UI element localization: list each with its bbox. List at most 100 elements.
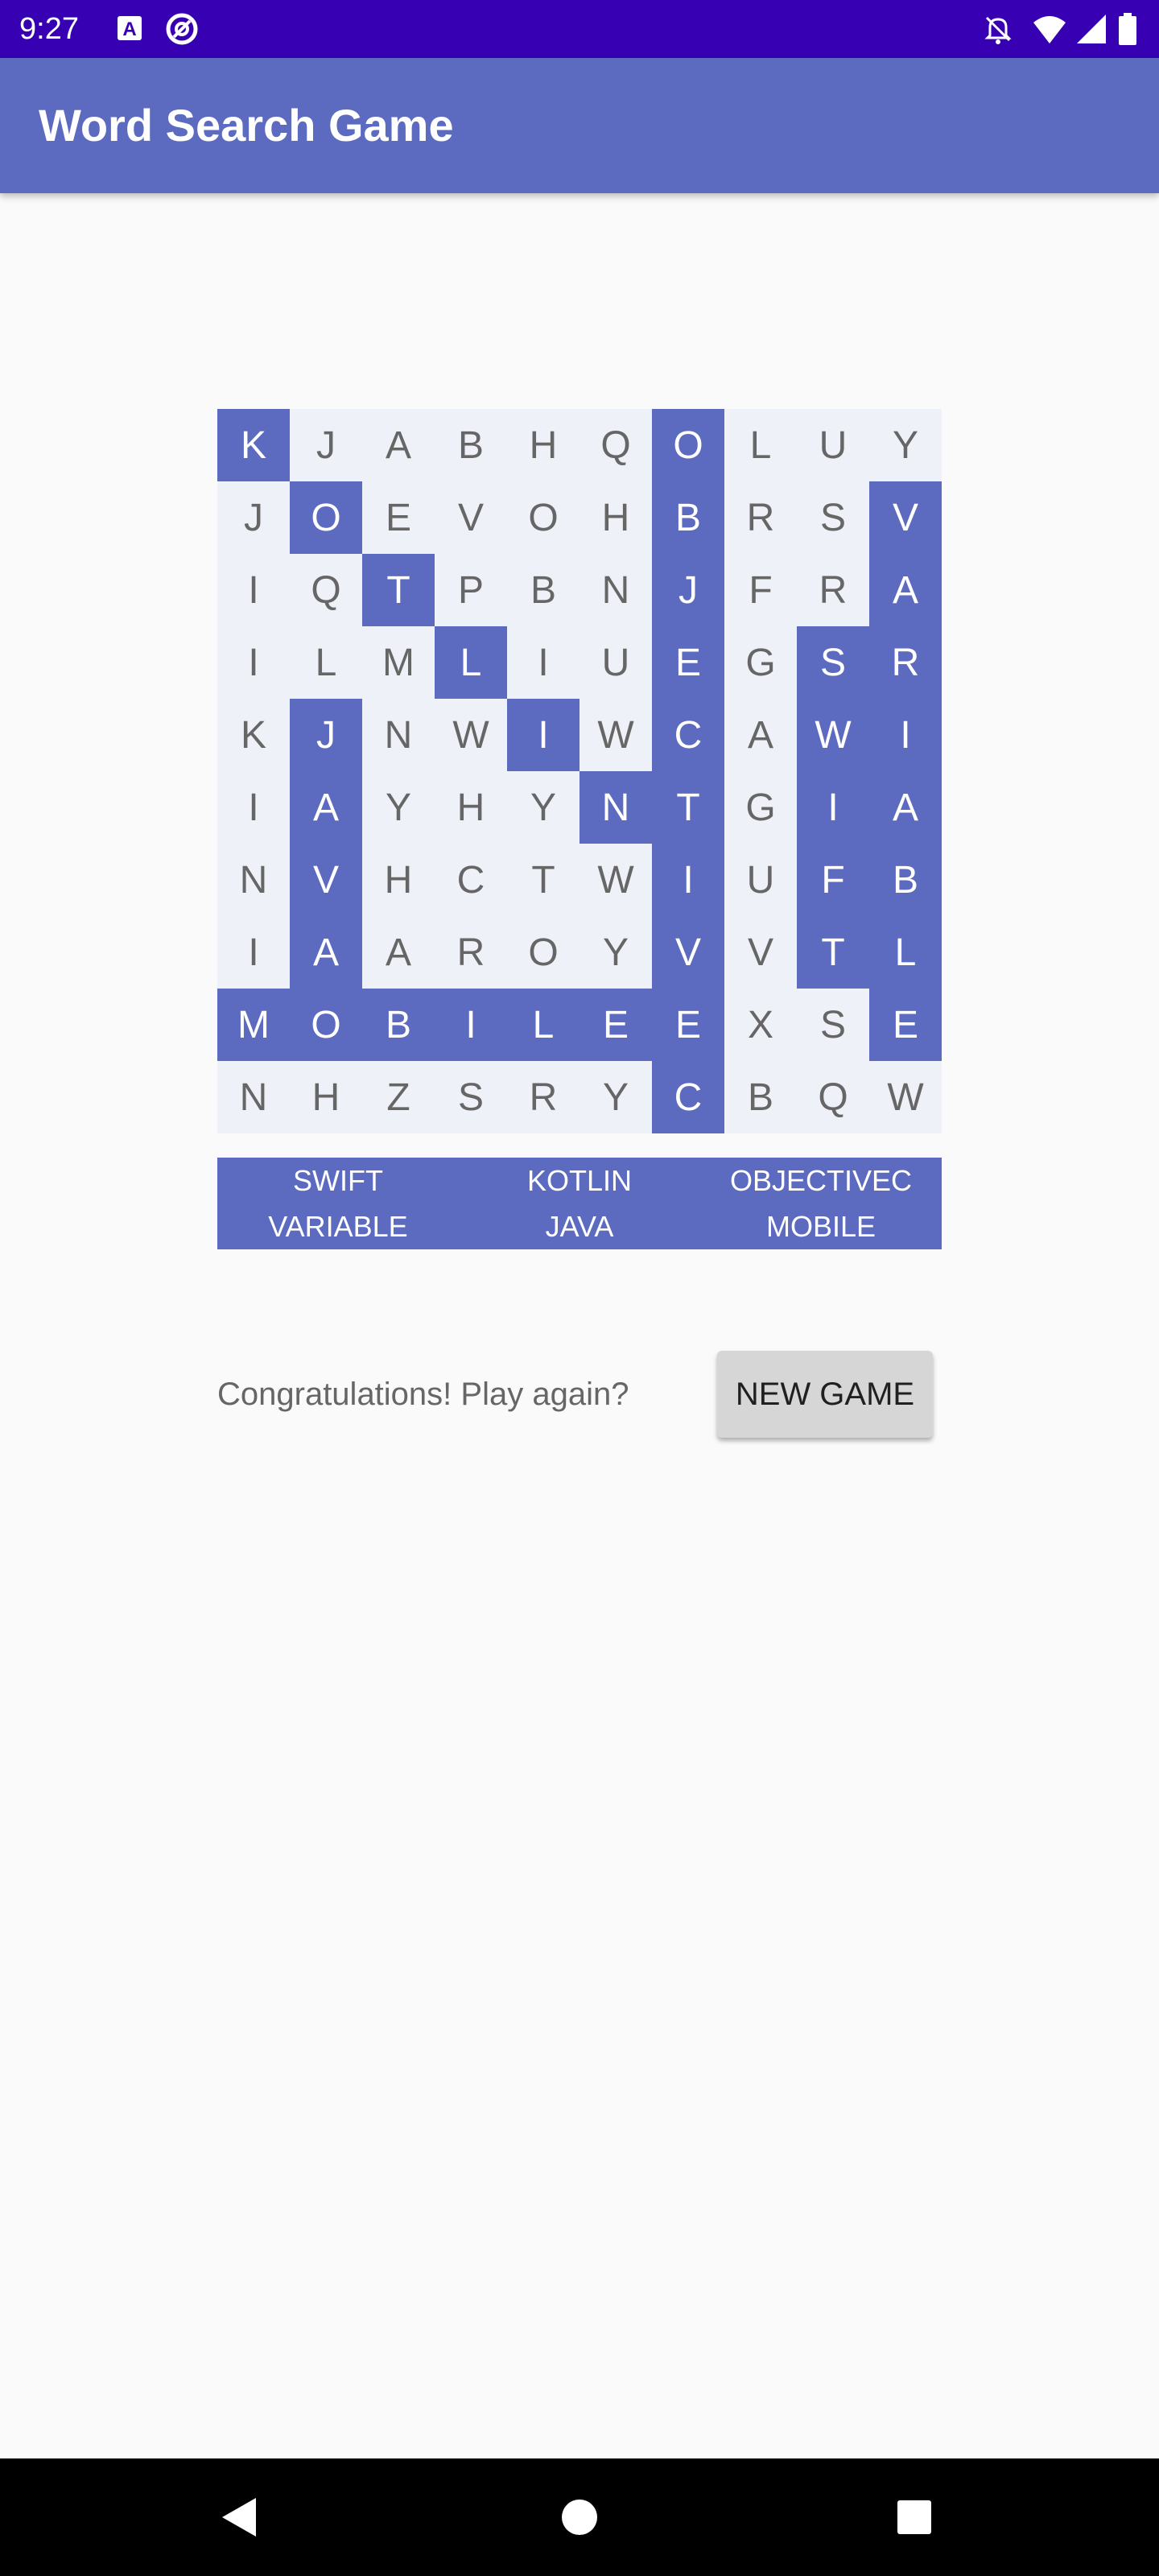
grid-cell[interactable]: T — [797, 916, 869, 989]
grid-cell[interactable]: V — [869, 481, 942, 554]
grid-cell[interactable]: Y — [580, 916, 652, 989]
recents-icon[interactable] — [882, 2485, 947, 2549]
grid-cell[interactable]: H — [362, 844, 435, 916]
grid-cell[interactable]: B — [652, 481, 724, 554]
grid-cell[interactable]: U — [580, 626, 652, 699]
grid-cell[interactable]: B — [724, 1061, 797, 1133]
grid-cell[interactable]: I — [869, 699, 942, 771]
grid-cell[interactable]: O — [290, 989, 362, 1061]
grid-cell[interactable]: C — [435, 844, 507, 916]
grid-cell[interactable]: R — [797, 554, 869, 626]
grid-cell[interactable]: I — [435, 989, 507, 1061]
grid-cell[interactable]: P — [435, 554, 507, 626]
grid-cell[interactable]: J — [290, 699, 362, 771]
grid-cell[interactable]: L — [435, 626, 507, 699]
grid-cell[interactable]: I — [507, 626, 580, 699]
grid-cell[interactable]: W — [797, 699, 869, 771]
grid-cell[interactable]: A — [869, 771, 942, 844]
grid-cell[interactable]: N — [580, 771, 652, 844]
grid-cell[interactable]: N — [362, 699, 435, 771]
grid-cell[interactable]: A — [724, 699, 797, 771]
grid-cell[interactable]: A — [290, 916, 362, 989]
letter-grid[interactable]: KJABHQOLUYJOEVOHBRSVIQTPBNJFRAILMLIUEGSR… — [217, 409, 942, 1133]
grid-cell[interactable]: S — [797, 989, 869, 1061]
grid-cell[interactable]: A — [362, 916, 435, 989]
grid-cell[interactable]: F — [724, 554, 797, 626]
grid-cell[interactable]: G — [724, 626, 797, 699]
grid-cell[interactable]: R — [435, 916, 507, 989]
grid-cell[interactable]: S — [435, 1061, 507, 1133]
grid-cell[interactable]: F — [797, 844, 869, 916]
grid-cell[interactable]: Q — [797, 1061, 869, 1133]
grid-cell[interactable]: W — [435, 699, 507, 771]
grid-cell[interactable]: H — [580, 481, 652, 554]
new-game-button[interactable]: NEW GAME — [717, 1351, 933, 1438]
grid-cell[interactable]: B — [435, 409, 507, 481]
grid-cell[interactable]: H — [507, 409, 580, 481]
grid-cell[interactable]: B — [362, 989, 435, 1061]
grid-cell[interactable]: W — [580, 844, 652, 916]
grid-cell[interactable]: W — [580, 699, 652, 771]
grid-cell[interactable]: T — [652, 771, 724, 844]
grid-cell[interactable]: E — [362, 481, 435, 554]
grid-cell[interactable]: Y — [362, 771, 435, 844]
grid-cell[interactable]: Y — [507, 771, 580, 844]
grid-cell[interactable]: V — [724, 916, 797, 989]
grid-cell[interactable]: J — [217, 481, 290, 554]
grid-cell[interactable]: I — [652, 844, 724, 916]
grid-cell[interactable]: B — [869, 844, 942, 916]
grid-cell[interactable]: Q — [580, 409, 652, 481]
grid-cell[interactable]: K — [217, 699, 290, 771]
grid-cell[interactable]: O — [507, 481, 580, 554]
grid-cell[interactable]: H — [290, 1061, 362, 1133]
grid-cell[interactable]: M — [362, 626, 435, 699]
home-icon[interactable] — [547, 2485, 612, 2549]
grid-cell[interactable]: J — [652, 554, 724, 626]
grid-cell[interactable]: A — [290, 771, 362, 844]
grid-cell[interactable]: V — [435, 481, 507, 554]
grid-cell[interactable]: R — [724, 481, 797, 554]
grid-cell[interactable]: N — [217, 1061, 290, 1133]
grid-cell[interactable]: S — [797, 626, 869, 699]
grid-cell[interactable]: T — [362, 554, 435, 626]
grid-cell[interactable]: A — [362, 409, 435, 481]
grid-cell[interactable]: R — [507, 1061, 580, 1133]
grid-cell[interactable]: I — [217, 626, 290, 699]
grid-cell[interactable]: V — [652, 916, 724, 989]
grid-cell[interactable]: E — [580, 989, 652, 1061]
grid-cell[interactable]: X — [724, 989, 797, 1061]
grid-cell[interactable]: U — [797, 409, 869, 481]
grid-cell[interactable]: L — [507, 989, 580, 1061]
grid-cell[interactable]: B — [507, 554, 580, 626]
grid-cell[interactable]: N — [217, 844, 290, 916]
grid-cell[interactable]: Z — [362, 1061, 435, 1133]
grid-cell[interactable]: U — [724, 844, 797, 916]
grid-cell[interactable]: M — [217, 989, 290, 1061]
grid-cell[interactable]: G — [724, 771, 797, 844]
grid-cell[interactable]: O — [652, 409, 724, 481]
grid-cell[interactable]: I — [217, 916, 290, 989]
grid-cell[interactable]: C — [652, 699, 724, 771]
grid-cell[interactable]: I — [217, 771, 290, 844]
grid-cell[interactable]: O — [507, 916, 580, 989]
back-icon[interactable] — [208, 2485, 272, 2549]
grid-cell[interactable]: L — [290, 626, 362, 699]
grid-cell[interactable]: I — [217, 554, 290, 626]
grid-cell[interactable]: I — [797, 771, 869, 844]
grid-cell[interactable]: N — [580, 554, 652, 626]
grid-cell[interactable]: T — [507, 844, 580, 916]
grid-cell[interactable]: C — [652, 1061, 724, 1133]
grid-cell[interactable]: S — [797, 481, 869, 554]
grid-cell[interactable]: E — [652, 989, 724, 1061]
grid-cell[interactable]: Q — [290, 554, 362, 626]
grid-cell[interactable]: H — [435, 771, 507, 844]
grid-cell[interactable]: A — [869, 554, 942, 626]
grid-cell[interactable]: E — [652, 626, 724, 699]
grid-cell[interactable]: J — [290, 409, 362, 481]
grid-cell[interactable]: L — [869, 916, 942, 989]
grid-cell[interactable]: W — [869, 1061, 942, 1133]
grid-cell[interactable]: I — [507, 699, 580, 771]
grid-cell[interactable]: E — [869, 989, 942, 1061]
grid-cell[interactable]: R — [869, 626, 942, 699]
grid-cell[interactable]: L — [724, 409, 797, 481]
